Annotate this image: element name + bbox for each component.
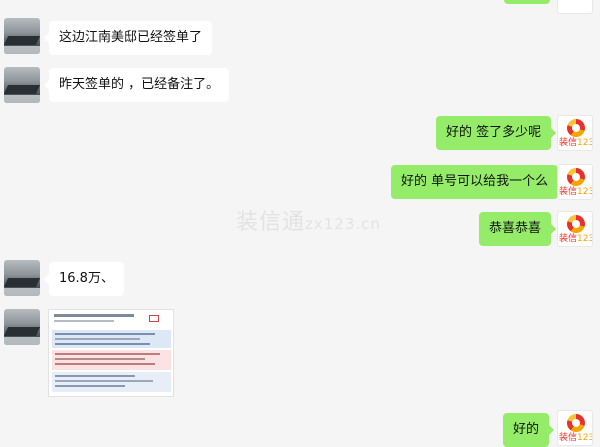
avatar-zx123[interactable]: 装信123	[557, 164, 593, 200]
avatar-contact[interactable]	[4, 260, 40, 296]
zx123-logo-icon	[567, 119, 585, 137]
avatar-zx123[interactable]: 装信123	[557, 115, 593, 151]
zx123-logo-icon	[567, 215, 585, 233]
avatar-zx123[interactable]: 装信123	[557, 211, 593, 247]
message-bubble-sent[interactable]: 好的 签了多少呢	[436, 116, 557, 150]
zx123-logo-icon	[567, 168, 585, 186]
avatar-contact[interactable]	[4, 67, 40, 103]
message-bubble-sent[interactable]: 恭喜恭喜	[479, 212, 557, 246]
image-message-document[interactable]	[48, 309, 174, 397]
avatar-zx123-partial[interactable]	[557, 0, 593, 14]
watermark: 装信通zx123.cn	[236, 210, 381, 235]
message-bubble-sent[interactable]: 好的 单号可以给我一个么	[391, 165, 564, 199]
avatar-zx123[interactable]: 装信123	[557, 410, 593, 446]
avatar-contact[interactable]	[4, 309, 40, 345]
message-bubble-received[interactable]: 16.8万、	[44, 262, 124, 296]
message-bubble-sent-partial[interactable]	[504, 0, 550, 4]
avatar-contact[interactable]	[4, 18, 40, 54]
message-bubble-sent[interactable]: 好的	[503, 413, 555, 447]
message-bubble-received[interactable]: 这边江南美邸已经签单了	[43, 21, 213, 55]
message-bubble-received[interactable]: 昨天签单的 ，已经备注了。	[43, 68, 230, 102]
zx123-logo-icon	[567, 414, 585, 432]
